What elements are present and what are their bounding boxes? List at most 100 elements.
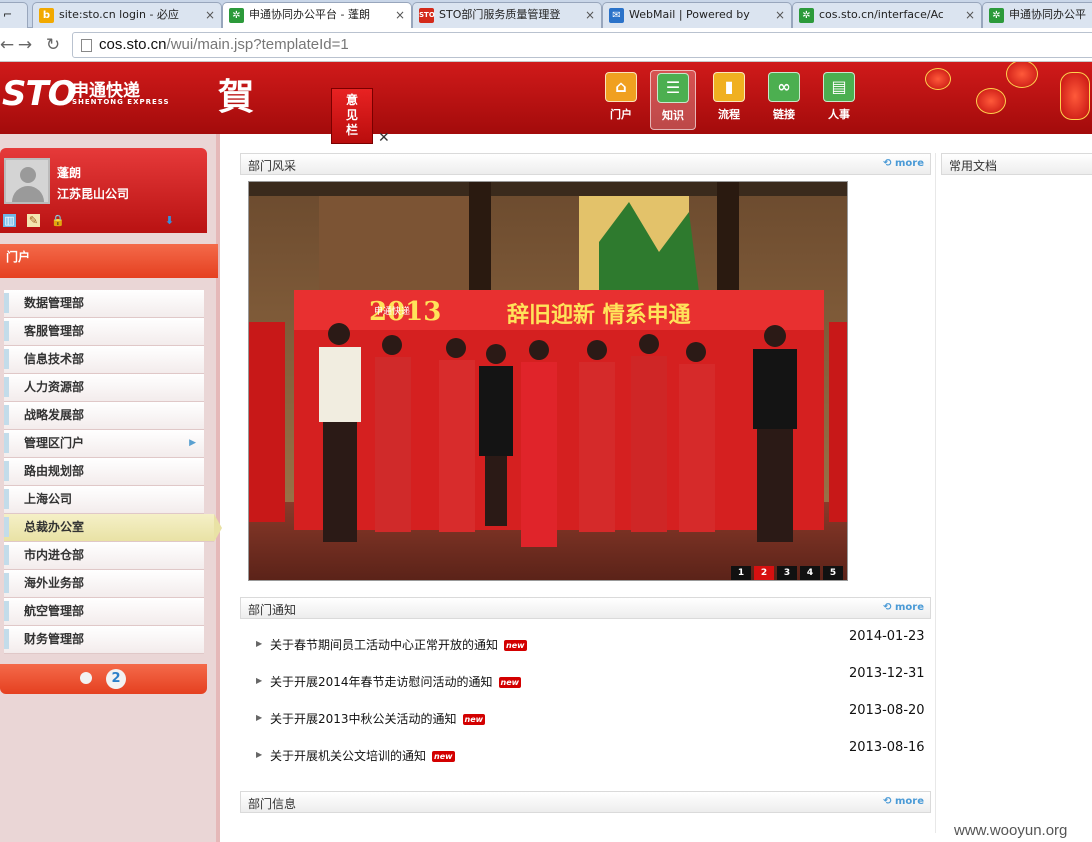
lantern-decoration <box>925 68 951 90</box>
avatar[interactable] <box>4 158 50 204</box>
more-link[interactable]: more <box>883 602 924 613</box>
address-bar: ← → ↻ cos.sto.cn/wui/main.jsp?templateId… <box>0 28 1092 62</box>
sidebar-item-it[interactable]: 信息技术部 <box>4 346 204 374</box>
sidebar-item-label: 总裁办公室 <box>24 520 85 534</box>
sto-icon: STO <box>419 8 435 23</box>
notice-link[interactable]: 关于开展2013中秋公关活动的通知 new <box>270 710 486 727</box>
sto-logo[interactable]: STO 申通快递 SHENTONG EXPRESS <box>2 74 169 114</box>
more-link[interactable]: more <box>883 796 924 807</box>
notice-link[interactable]: 关于开展机关公文培训的通知 new <box>270 747 455 764</box>
tab-account[interactable]: ✲ cos.sto.cn/interface/Account × <box>792 2 982 28</box>
mail-icon: ✉ <box>609 8 624 23</box>
greeting-calligraphy: 賀 <box>218 76 255 118</box>
sidebar-item-shanghai[interactable]: 上海公司 <box>4 486 204 514</box>
nav-label: 门户 <box>610 108 632 121</box>
notice-date: 2013-08-20 <box>849 703 925 718</box>
sidebar-item-aviation[interactable]: 航空管理部 <box>4 598 204 626</box>
nav-label: 知识 <box>662 109 684 122</box>
knowledge-icon: ☰ <box>657 73 689 103</box>
sidebar-item-label: 海外业务部 <box>24 576 85 590</box>
notice-title: 关于开展2013中秋公关活动的通知 <box>270 712 457 726</box>
section-title: 部门通知 <box>248 603 297 617</box>
sidebar-item-ceo-office[interactable]: 总裁办公室 <box>4 514 222 542</box>
sidebar-item-label: 信息技术部 <box>24 352 85 366</box>
sidebar-item-data-management[interactable]: 数据管理部 <box>4 290 204 318</box>
sidebar-item-customer-service[interactable]: 客服管理部 <box>4 318 204 346</box>
notice-date: 2013-12-31 <box>849 666 925 681</box>
tab-label: cos.sto.cn/interface/Account <box>819 8 943 21</box>
sidebar-item-label: 航空管理部 <box>24 604 85 618</box>
sidebar-item-city-warehouse[interactable]: 市内进仓部 <box>4 542 204 570</box>
banner-title: 辞旧迎新 情系申通 <box>507 302 691 328</box>
department-photo[interactable]: 2013 辞旧迎新 情系申通 申通快递 <box>248 181 848 581</box>
notice-link[interactable]: 关于春节期间员工活动中心正常开放的通知 new <box>270 636 527 653</box>
sidebar-item-finance[interactable]: 财务管理部 <box>4 626 204 654</box>
list-item: ▶ 关于开展2014年春节走访慰问活动的通知 new <box>256 673 926 695</box>
notice-title: 关于开展机关公文培训的通知 <box>270 749 427 763</box>
page-icon <box>81 39 92 52</box>
gear-icon: ✲ <box>799 8 814 23</box>
slide-button[interactable]: 1 <box>731 566 751 580</box>
sidebar-menu: 数据管理部 客服管理部 信息技术部 人力资源部 战略发展部 管理区门户 ▶ 路由规… <box>4 290 222 654</box>
tab-previous[interactable]: ⌐ <box>0 2 28 28</box>
tab-label: STO部门服务质量管理登 <box>439 8 561 21</box>
nav-portal[interactable]: ⌂ 门户 <box>598 70 644 130</box>
lock-icon[interactable]: 🔒 <box>51 214 65 227</box>
more-link[interactable]: more <box>883 158 924 169</box>
new-badge: new <box>504 640 527 651</box>
close-icon[interactable]: × <box>395 3 405 27</box>
nav-hr[interactable]: ▤ 人事 <box>816 70 862 130</box>
url-input[interactable]: cos.sto.cn/wui/main.jsp?templateId=1 <box>72 32 1092 58</box>
notice-title: 关于春节期间员工活动中心正常开放的通知 <box>270 638 499 652</box>
lantern-decoration <box>976 88 1006 114</box>
tab-oa-platform-2[interactable]: ✲ 申通协同办公平 <box>982 2 1092 28</box>
forward-icon[interactable]: → <box>14 34 36 56</box>
close-icon[interactable]: × <box>205 3 215 27</box>
book-icon[interactable]: ▥ <box>3 214 16 227</box>
sidebar-item-label: 战略发展部 <box>24 408 85 422</box>
close-icon[interactable]: × <box>775 3 785 27</box>
sidebar-item-hr[interactable]: 人力资源部 <box>4 374 204 402</box>
pager-current[interactable]: 2 <box>106 669 126 689</box>
tab-sto-quality[interactable]: STO STO部门服务质量管理登 × <box>412 2 602 28</box>
user-card: 蓬朗 江苏昆山公司 ▥ ✎ 🔒 ⬇ <box>0 148 207 233</box>
nav-label: 流程 <box>718 108 740 121</box>
user-company: 江苏昆山公司 <box>57 187 130 201</box>
slide-button[interactable]: 4 <box>800 566 820 580</box>
link-icon: ∞ <box>768 72 800 102</box>
nav-links[interactable]: ∞ 链接 <box>761 70 807 130</box>
gear-icon: ✲ <box>229 8 244 23</box>
url-path: /wui/main.jsp?templateId=1 <box>166 36 349 53</box>
slide-button[interactable]: 5 <box>823 566 843 580</box>
close-icon[interactable]: × <box>585 3 595 27</box>
section-title: 常用文档 <box>949 159 998 173</box>
slide-button-current[interactable]: 2 <box>754 566 774 580</box>
close-icon[interactable]: ✕ <box>378 130 390 146</box>
notice-link[interactable]: 关于开展2014年春节走访慰问活动的通知 new <box>270 673 522 690</box>
download-icon[interactable]: ⬇ <box>163 214 176 227</box>
close-icon[interactable]: × <box>965 3 975 27</box>
slide-button[interactable]: 3 <box>777 566 797 580</box>
sidebar-item-region-portal[interactable]: 管理区门户 ▶ <box>4 430 204 458</box>
note-icon[interactable]: ✎ <box>27 214 40 227</box>
feedback-tab[interactable]: 意见栏 <box>331 88 373 144</box>
sidebar-portal-header[interactable]: 门户 <box>0 244 218 278</box>
tab-oa-platform[interactable]: ✲ 申通协同办公平台 - 蓬朗 × <box>222 2 412 29</box>
sidebar-item-label: 管理区门户 <box>24 436 85 450</box>
new-badge: new <box>498 677 522 688</box>
nav-knowledge[interactable]: ☰ 知识 <box>650 70 696 130</box>
sidebar-item-strategy[interactable]: 战略发展部 <box>4 402 204 430</box>
sidebar-pager: 2 <box>0 664 207 694</box>
sidebar-item-routing[interactable]: 路由规划部 <box>4 458 204 486</box>
section-header-info: 部门信息 more <box>240 791 931 813</box>
tab-webmail[interactable]: ✉ WebMail | Powered by Winmai × <box>602 2 792 28</box>
pager-dot[interactable] <box>80 672 92 684</box>
lantern-decoration <box>1060 72 1090 120</box>
sidebar-item-overseas[interactable]: 海外业务部 <box>4 570 204 598</box>
bullet-icon: ▶ <box>256 639 263 648</box>
tab-bing[interactable]: b site:sto.cn login - 必应 Bing × <box>32 2 222 28</box>
reload-icon[interactable]: ↻ <box>42 34 64 56</box>
notice-title: 关于开展2014年春节走访慰问活动的通知 <box>270 675 493 689</box>
nav-workflow[interactable]: ▮ 流程 <box>706 70 752 130</box>
logo-en: SHENTONG EXPRESS <box>72 98 170 106</box>
